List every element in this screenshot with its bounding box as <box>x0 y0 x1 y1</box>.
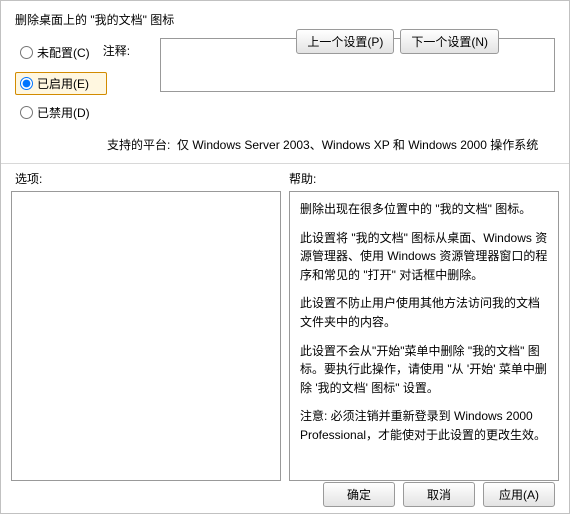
help-para: 注意: 必须注销并重新登录到 Windows 2000 Professional… <box>300 407 548 444</box>
platform-value: 仅 Windows Server 2003、Windows XP 和 Windo… <box>177 132 555 153</box>
next-setting-button[interactable]: 下一个设置(N) <box>400 29 499 54</box>
divider <box>1 163 569 164</box>
help-para: 此设置将 "我的文档" 图标从桌面、Windows 资源管理器、使用 Windo… <box>300 229 548 285</box>
radio-unconfigured-input[interactable] <box>20 46 33 59</box>
footer-buttons: 确定 取消 应用(A) <box>323 482 555 507</box>
comment-label: 注释: <box>103 38 160 59</box>
radio-disabled-label: 已禁用(D) <box>37 104 90 121</box>
radio-enabled-label: 已启用(E) <box>37 75 89 92</box>
dialog-window: 删除桌面上的 "我的文档" 图标 上一个设置(P) 下一个设置(N) 未配置(C… <box>0 0 570 514</box>
help-para: 删除出现在很多位置中的 "我的文档" 图标。 <box>300 200 548 219</box>
radio-enabled[interactable]: 已启用(E) <box>15 72 107 95</box>
radio-disabled[interactable]: 已禁用(D) <box>15 101 107 124</box>
options-label: 选项: <box>15 170 289 187</box>
help-label: 帮助: <box>289 170 316 187</box>
help-para: 此设置不会从"开始"菜单中删除 "我的文档" 图标。要执行此操作，请使用 "从 … <box>300 342 548 398</box>
cancel-button[interactable]: 取消 <box>403 482 475 507</box>
ok-button[interactable]: 确定 <box>323 482 395 507</box>
panes-header: 选项: 帮助: <box>1 170 569 191</box>
radio-disabled-input[interactable] <box>20 106 33 119</box>
apply-button[interactable]: 应用(A) <box>483 482 555 507</box>
options-pane[interactable] <box>11 191 281 481</box>
prev-setting-button[interactable]: 上一个设置(P) <box>296 29 394 54</box>
help-para: 此设置不防止用户使用其他方法访问我的文档文件夹中的内容。 <box>300 294 548 331</box>
panes: 删除出现在很多位置中的 "我的文档" 图标。 此设置将 "我的文档" 图标从桌面… <box>1 191 569 481</box>
radio-enabled-input[interactable] <box>20 77 33 90</box>
radio-unconfigured-label: 未配置(C) <box>37 44 90 61</box>
nav-buttons: 上一个设置(P) 下一个设置(N) <box>296 29 499 54</box>
help-pane[interactable]: 删除出现在很多位置中的 "我的文档" 图标。 此设置将 "我的文档" 图标从桌面… <box>289 191 559 481</box>
platform-label: 支持的平台: <box>107 132 177 153</box>
radio-unconfigured[interactable]: 未配置(C) <box>15 41 103 64</box>
